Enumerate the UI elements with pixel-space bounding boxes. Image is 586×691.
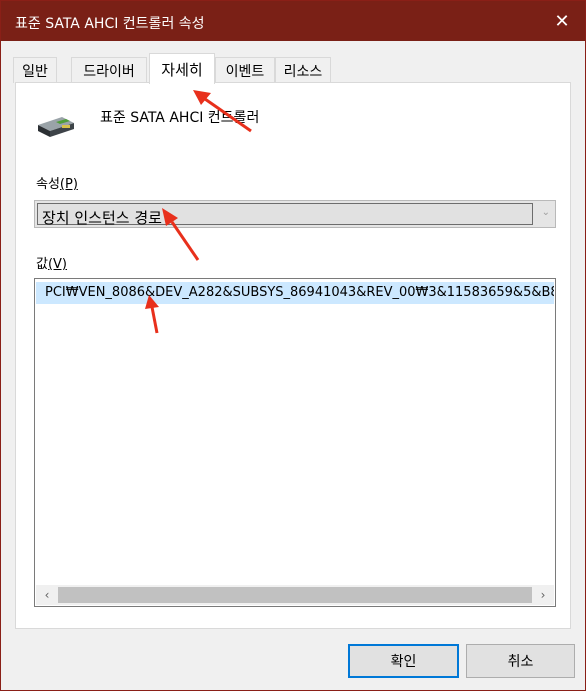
- ok-button[interactable]: 확인: [348, 644, 459, 678]
- scrollbar-thumb[interactable]: [58, 587, 532, 603]
- horizontal-scrollbar[interactable]: ‹ ›: [36, 585, 554, 605]
- scroll-left-icon[interactable]: ‹: [38, 587, 56, 603]
- close-icon[interactable]: ✕: [539, 1, 585, 41]
- list-item[interactable]: PCI₩VEN_8086&DEV_A282&SUBSYS_86941043&RE…: [36, 282, 554, 304]
- tab-resources[interactable]: 리소스: [275, 57, 331, 83]
- details-panel: 표준 SATA AHCI 컨트롤러 속성(P) 장치 인스턴스 경로 ⌄ 값(V…: [15, 82, 571, 629]
- cancel-button[interactable]: 취소: [466, 644, 575, 678]
- chevron-down-icon[interactable]: ⌄: [542, 207, 550, 218]
- value-label: 값(V): [36, 257, 68, 272]
- property-label: 속성(P): [36, 177, 78, 192]
- property-dropdown-value: 장치 인스턴스 경로: [42, 209, 162, 227]
- tab-driver[interactable]: 드라이버: [71, 57, 147, 83]
- property-dropdown[interactable]: 장치 인스턴스 경로 ⌄: [34, 200, 556, 228]
- scroll-right-icon[interactable]: ›: [534, 587, 552, 603]
- value-list[interactable]: PCI₩VEN_8086&DEV_A282&SUBSYS_86941043&RE…: [34, 278, 556, 607]
- title-bar[interactable]: 표준 SATA AHCI 컨트롤러 속성 ✕: [1, 1, 585, 41]
- tab-events[interactable]: 이벤트: [215, 57, 275, 83]
- tab-details[interactable]: 자세히: [149, 53, 215, 84]
- window-title: 표준 SATA AHCI 컨트롤러 속성: [15, 16, 205, 32]
- tab-general[interactable]: 일반: [13, 57, 57, 83]
- storage-controller-icon: [38, 117, 74, 137]
- property-dropdown-focus: 장치 인스턴스 경로: [37, 203, 533, 227]
- device-name: 표준 SATA AHCI 컨트롤러: [100, 110, 260, 126]
- tab-strip: 일반 드라이버 자세히 이벤트 리소스: [13, 53, 573, 84]
- properties-dialog: 표준 SATA AHCI 컨트롤러 속성 ✕ 일반 드라이버 자세히 이벤트 리…: [0, 0, 586, 691]
